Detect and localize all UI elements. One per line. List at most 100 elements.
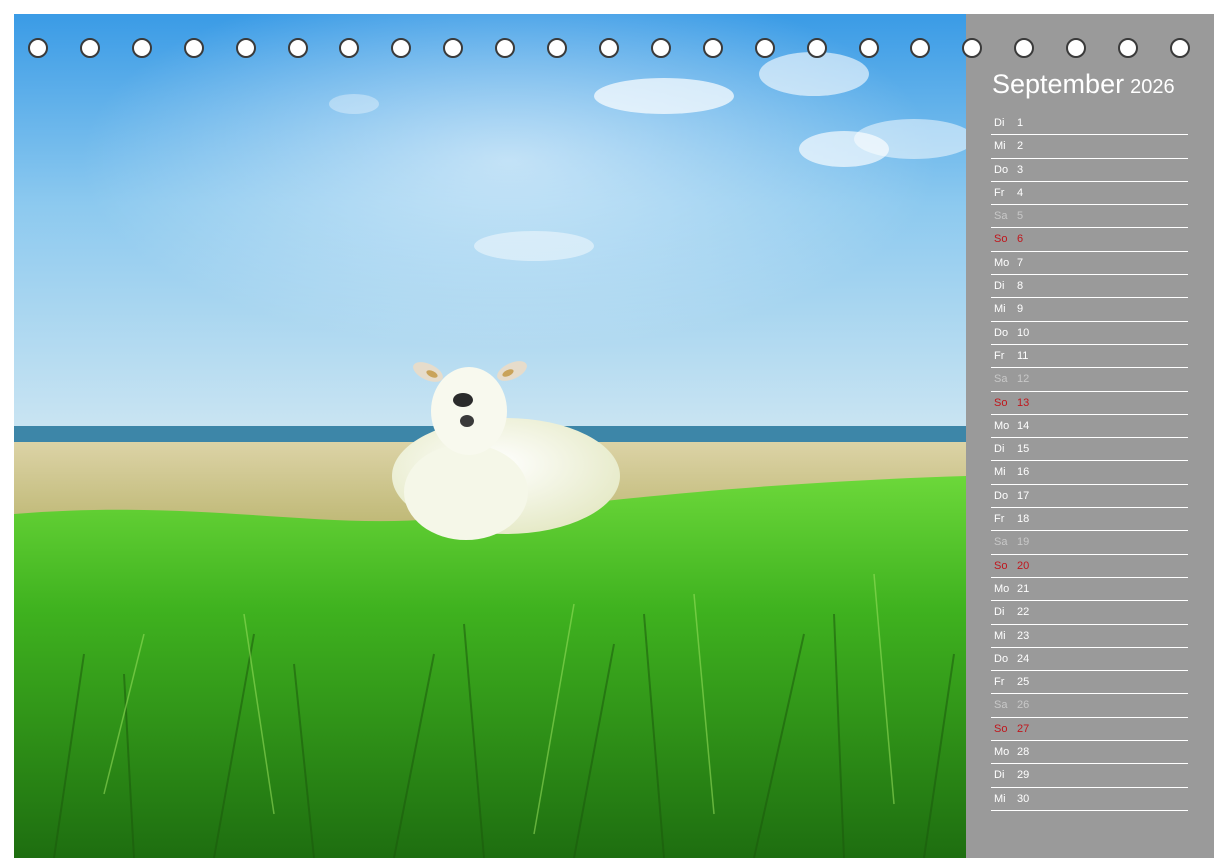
day-row: Fr 25 bbox=[991, 671, 1188, 695]
day-number: 10 bbox=[1017, 326, 1030, 339]
day-number: 21 bbox=[1017, 582, 1030, 595]
binding-ring bbox=[858, 38, 879, 58]
day-row: So 13 bbox=[991, 392, 1188, 415]
day-row: Mo 28 bbox=[991, 741, 1188, 765]
day-row: Do 24 bbox=[991, 648, 1188, 672]
weekday-label: Fr bbox=[994, 513, 1005, 526]
weekday-label: Mi bbox=[994, 140, 1006, 153]
binding-ring bbox=[754, 38, 775, 58]
day-number: 4 bbox=[1017, 186, 1024, 199]
day-row: Fr 4 bbox=[991, 182, 1188, 206]
day-row: Do 17 bbox=[991, 485, 1188, 509]
weekday-label: Sa bbox=[994, 210, 1008, 223]
day-row: Do 3 bbox=[991, 159, 1188, 182]
day-number: 3 bbox=[1017, 163, 1024, 176]
weekday-label: So bbox=[994, 559, 1008, 572]
binding-ring bbox=[962, 38, 983, 58]
day-row: So 27 bbox=[991, 718, 1188, 742]
month-title: September 2026 bbox=[992, 69, 1175, 100]
weekday-label: Fr bbox=[994, 676, 1005, 689]
binding-ring bbox=[339, 38, 360, 58]
day-number: 6 bbox=[1017, 233, 1024, 246]
day-number: 27 bbox=[1017, 722, 1030, 735]
binding-ring bbox=[1066, 38, 1087, 58]
day-row: So 6 bbox=[991, 228, 1188, 252]
day-row: Mi 30 bbox=[991, 788, 1188, 811]
day-number: 29 bbox=[1017, 769, 1030, 782]
day-row: Fr 11 bbox=[991, 345, 1188, 369]
weekday-label: Fr bbox=[994, 349, 1005, 362]
weekday-label: Mo bbox=[994, 746, 1010, 759]
spiral-binding bbox=[0, 38, 1222, 64]
weekday-label: So bbox=[994, 396, 1008, 409]
day-row: Mi 23 bbox=[991, 625, 1188, 648]
day-number: 15 bbox=[1017, 443, 1030, 456]
sheep-photo bbox=[14, 14, 966, 858]
weekday-label: Mo bbox=[994, 582, 1010, 595]
day-number: 1 bbox=[1017, 117, 1024, 129]
day-number: 12 bbox=[1017, 373, 1030, 386]
day-number: 16 bbox=[1017, 466, 1030, 479]
day-row: Di 8 bbox=[991, 275, 1188, 299]
weekday-label: Do bbox=[994, 652, 1009, 665]
weekday-label: So bbox=[994, 722, 1008, 735]
weekday-label: Sa bbox=[994, 699, 1008, 712]
day-row: Mi 16 bbox=[991, 461, 1188, 485]
binding-ring bbox=[28, 38, 48, 58]
binding-ring bbox=[599, 38, 619, 58]
binding-ring bbox=[79, 38, 100, 58]
day-number: 18 bbox=[1017, 513, 1030, 526]
day-row: Di 15 bbox=[991, 438, 1188, 462]
day-list: Di 1 Mi 2 Do 3 Fr 4 Sa 5 So 6 Mo 7 Di 8 Mi 9 Do 10 Fr 11 Sa 12 S… bbox=[991, 112, 1188, 811]
day-row: Sa 19 bbox=[991, 531, 1188, 555]
day-row: Mo 14 bbox=[991, 415, 1188, 439]
binding-ring bbox=[235, 38, 256, 58]
day-row: Sa 26 bbox=[991, 694, 1188, 718]
day-number: 9 bbox=[1017, 303, 1024, 316]
day-row: So 20 bbox=[991, 555, 1188, 578]
weekday-label: Mi bbox=[994, 303, 1006, 316]
day-number: 28 bbox=[1017, 746, 1030, 759]
day-number: 13 bbox=[1017, 396, 1030, 409]
day-row: Di 1 bbox=[991, 112, 1188, 136]
binding-ring bbox=[1014, 38, 1035, 58]
day-row: Mo 7 bbox=[991, 252, 1188, 276]
day-row: Do 10 bbox=[991, 322, 1188, 345]
weekday-label: Mi bbox=[994, 629, 1006, 642]
weekday-label: Do bbox=[994, 326, 1009, 339]
binding-ring bbox=[650, 38, 671, 58]
day-row: Di 29 bbox=[991, 764, 1188, 788]
weekday-label: Di bbox=[994, 606, 1005, 619]
weekday-label: So bbox=[994, 233, 1008, 246]
day-number: 26 bbox=[1017, 699, 1030, 712]
day-number: 19 bbox=[1017, 536, 1030, 549]
weekday-label: Mo bbox=[994, 419, 1010, 432]
day-number: 2 bbox=[1017, 140, 1024, 153]
binding-ring bbox=[547, 38, 568, 58]
binding-ring bbox=[702, 38, 723, 58]
day-row: Mi 2 bbox=[991, 135, 1188, 159]
day-number: 8 bbox=[1017, 280, 1024, 293]
day-number: 11 bbox=[1017, 349, 1029, 362]
binding-ring bbox=[1118, 38, 1139, 58]
weekday-label: Di bbox=[994, 280, 1005, 293]
binding-ring bbox=[131, 38, 152, 58]
day-number: 24 bbox=[1017, 652, 1030, 665]
day-number: 30 bbox=[1017, 792, 1030, 805]
weekday-label: Di bbox=[994, 117, 1005, 129]
calendar-sidebar: September 2026 Di 1 Mi 2 Do 3 Fr 4 Sa 5 So 6 Mo 7 Di 8 Mi… bbox=[966, 14, 1214, 858]
weekday-label: Mi bbox=[994, 466, 1006, 479]
day-number: 22 bbox=[1017, 606, 1030, 619]
binding-ring bbox=[391, 38, 412, 58]
day-row: Mo 21 bbox=[991, 578, 1188, 602]
day-row: Sa 5 bbox=[991, 205, 1188, 229]
weekday-label: Fr bbox=[994, 186, 1005, 199]
binding-ring bbox=[183, 38, 204, 58]
day-row: Mi 9 bbox=[991, 298, 1188, 322]
weekday-label: Do bbox=[994, 489, 1009, 502]
weekday-label: Di bbox=[994, 443, 1005, 456]
weekday-label: Mi bbox=[994, 792, 1006, 805]
day-number: 20 bbox=[1017, 559, 1030, 572]
binding-ring bbox=[287, 38, 308, 58]
binding-ring bbox=[1170, 38, 1190, 58]
